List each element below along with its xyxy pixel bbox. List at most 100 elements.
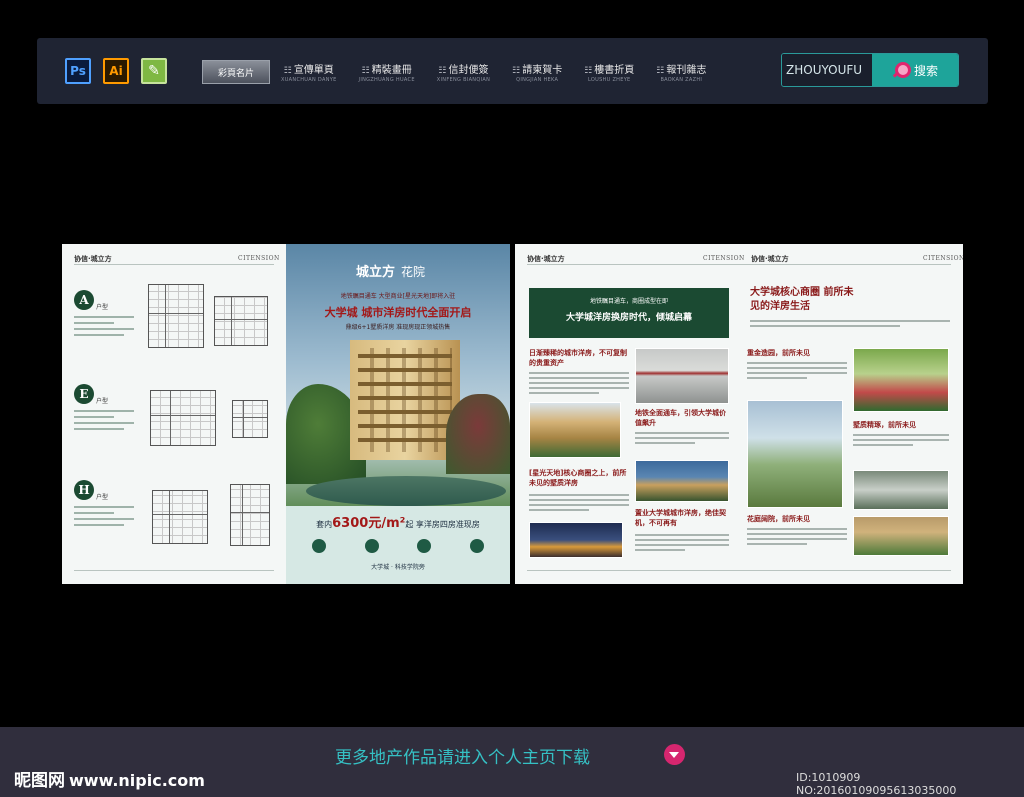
bottom-bar: 更多地产作品请进入个人主页下载 昵图网 www.nipic.com ID:1010… [0,727,1024,797]
chevron-down-icon[interactable] [664,744,685,765]
brand-en: CITENSION [238,255,280,262]
nav-label: ☷ 樓書折頁 [584,65,635,76]
divider [527,570,951,571]
right-title: 大学城核心商圈 前所未见的洋房生活 [750,287,854,312]
spec-text [74,316,134,340]
unit-type-badge: A [74,290,94,310]
pond-image [306,476,506,506]
category-nav: 彩頁名片 ☷ 宣傳單頁 XUANCHUAN DANYE ☷ 精裝畫冊 JINGZHU… [202,60,717,84]
commercial-photo [529,522,623,558]
brochure-preview-left[interactable]: 协信·城立方 CITENSION A 户型 E 户型 H 户型 城立方 花院 地铁… [62,244,510,584]
cover-logo: 城立方 花院 [356,265,426,280]
feature-icon [364,539,379,553]
unit-type-label: 户型 [96,398,109,405]
nav-sublabel: XINFENG BIANQIAN [436,77,491,83]
nav-sublabel: QINGJIAN HEKA [516,77,559,83]
brand-name: 协信·城立方 [527,255,565,263]
nav-item-baokan-zazhi[interactable]: ☷ 報刊雜志 BAOKAN ZAZHI [645,60,717,84]
nav-item-xuanchuan-danye[interactable]: ☷ 宣傳單頁 XUANCHUAN DANYE [270,60,348,84]
banner-line-1: 地铁瞩目通车，商圈成型在即 [589,298,668,305]
nav-sublabel: XUANCHUAN DANYE [281,77,337,83]
feature-icon [312,539,326,553]
divider [74,570,274,571]
feature-icon [469,539,484,553]
nav-sublabel: BAOKAN ZAZHI [660,77,703,83]
body-text [635,534,729,554]
tree-image [446,394,510,474]
cover-subline: 地铁瞩目通车 大型商业[星光天地]即将入驻 [340,293,456,300]
search-icon [892,62,911,78]
site-logo[interactable]: 昵图网 www.nipic.com [14,766,205,791]
brand-en: CITENSION [923,255,963,262]
garden-photo [853,348,949,412]
body-text [853,434,949,449]
section-heading: 日渐臻稀的城市洋房，不可复制的贵重资产 [529,349,627,367]
nav-label: ☷ 請柬賀卡 [512,65,563,76]
floor-plan [152,490,208,544]
nav-item-qingjian-heka[interactable]: ☷ 請柬賀卡 QINGJIAN HEKA [501,60,573,84]
nav-label: 彩頁名片 [217,68,254,79]
nav-label: ☷ 宣傳單頁 [283,65,334,76]
floor-plan [232,400,268,438]
unit-type-badge: H [74,480,94,500]
unit-type-badge: E [74,384,94,404]
floorplan-page: 协信·城立方 CITENSION A 户型 E 户型 H 户型 [62,244,286,584]
nav-item-loushu-zheye[interactable]: ☷ 樓書折頁 LOUSHU ZHEYE [573,60,645,84]
section-heading: 地铁全面通车，引领大学城价值飙升 [635,409,726,427]
floor-plan [230,484,270,546]
bicycle-garden-photo [747,400,843,508]
brand-en: CITENSION [703,255,745,262]
divider [74,264,274,265]
body-text [747,362,847,382]
brand-name: 协信·城立方 [751,255,789,263]
brochure-preview-right[interactable]: 协信·城立方 CITENSION 协信·城立方 CITENSION 地铁瞩目通车… [515,244,963,584]
photoshop-icon[interactable]: Ps [65,58,91,84]
nav-sublabel: JINGZHUANG HUACE [358,77,415,83]
brand-name: 协信·城立方 [74,255,112,263]
unit-type-label: 户型 [96,304,109,311]
nav-item-xinfeng-bianqian[interactable]: ☷ 信封便簽 XINFENG BIANQIAN [426,60,501,84]
cover-page: 城立方 花院 地铁瞩目通车 大型商业[星光天地]即将入驻 大学城 城市洋房时代全面… [286,244,510,584]
villa-photo [853,516,949,556]
coreldraw-icon[interactable]: ✎ [141,58,167,84]
app-icons: Ps Ai ✎ [65,58,167,84]
fountain-photo [853,470,949,510]
body-text [529,372,629,397]
page-root: Ps Ai ✎ 彩頁名片 ☷ 宣傳單頁 XUANCHUAN DANYE ☷ 精裝畫冊… [0,0,1024,797]
feature-icon [417,539,432,553]
body-text [635,432,729,447]
nav-label: ☷ 信封便簽 [438,65,489,76]
search-button[interactable]: 搜索 [872,54,958,86]
divider [527,264,951,265]
nav-label: ☷ 報刊雜志 [656,65,707,76]
feature-icons [312,539,484,553]
nav-item-jingzhuang-huace[interactable]: ☷ 精裝畫冊 JINGZHUANG HUACE [348,60,426,84]
body-text [750,320,950,330]
section-heading: 花庭阔院，前所未见 [747,515,810,523]
floor-plan [150,390,216,446]
building-photo [529,402,621,458]
cover-subline-2: 鼎级6+1墅质洋房 准现房现正领城热售 [345,324,451,331]
cover-footer: 大学城 · 科技学院旁 [371,564,425,571]
section-heading: [星光天地]核心商圈之上，前所未见的墅质洋房 [529,469,627,487]
nav-label: ☷ 精裝畫冊 [361,65,412,76]
building-photo [635,460,729,502]
section-heading: 置业大学城城市洋房，绝佳契机，不可再有 [635,509,726,527]
headline-banner: 地铁瞩目通车，商圈成型在即 大学城洋房换房时代，倾城启幕 [529,288,729,338]
image-id: ID:1010909 NO:20160109095613035000 [796,771,957,797]
floor-plan [148,284,204,348]
top-toolbar: Ps Ai ✎ 彩頁名片 ☷ 宣傳單頁 XUANCHUAN DANYE ☷ 精裝畫冊… [37,38,988,104]
building-image [350,340,460,460]
nav-sublabel: LOUSHU ZHEYE [587,77,631,83]
subway-photo [635,348,729,404]
banner-line-2: 大学城洋房换房时代，倾城启幕 [565,313,692,323]
nav-item-caiye-mingpian[interactable]: 彩頁名片 [202,60,270,84]
search-input[interactable] [782,54,872,86]
unit-type-label: 户型 [96,494,109,501]
promo-link[interactable]: 更多地产作品请进入个人主页下载 [335,743,590,768]
section-heading: 重金造园，前所未见 [747,349,810,357]
body-text [747,528,847,548]
search-box: 搜索 [781,53,959,87]
spec-text [74,506,134,530]
illustrator-icon[interactable]: Ai [103,58,129,84]
